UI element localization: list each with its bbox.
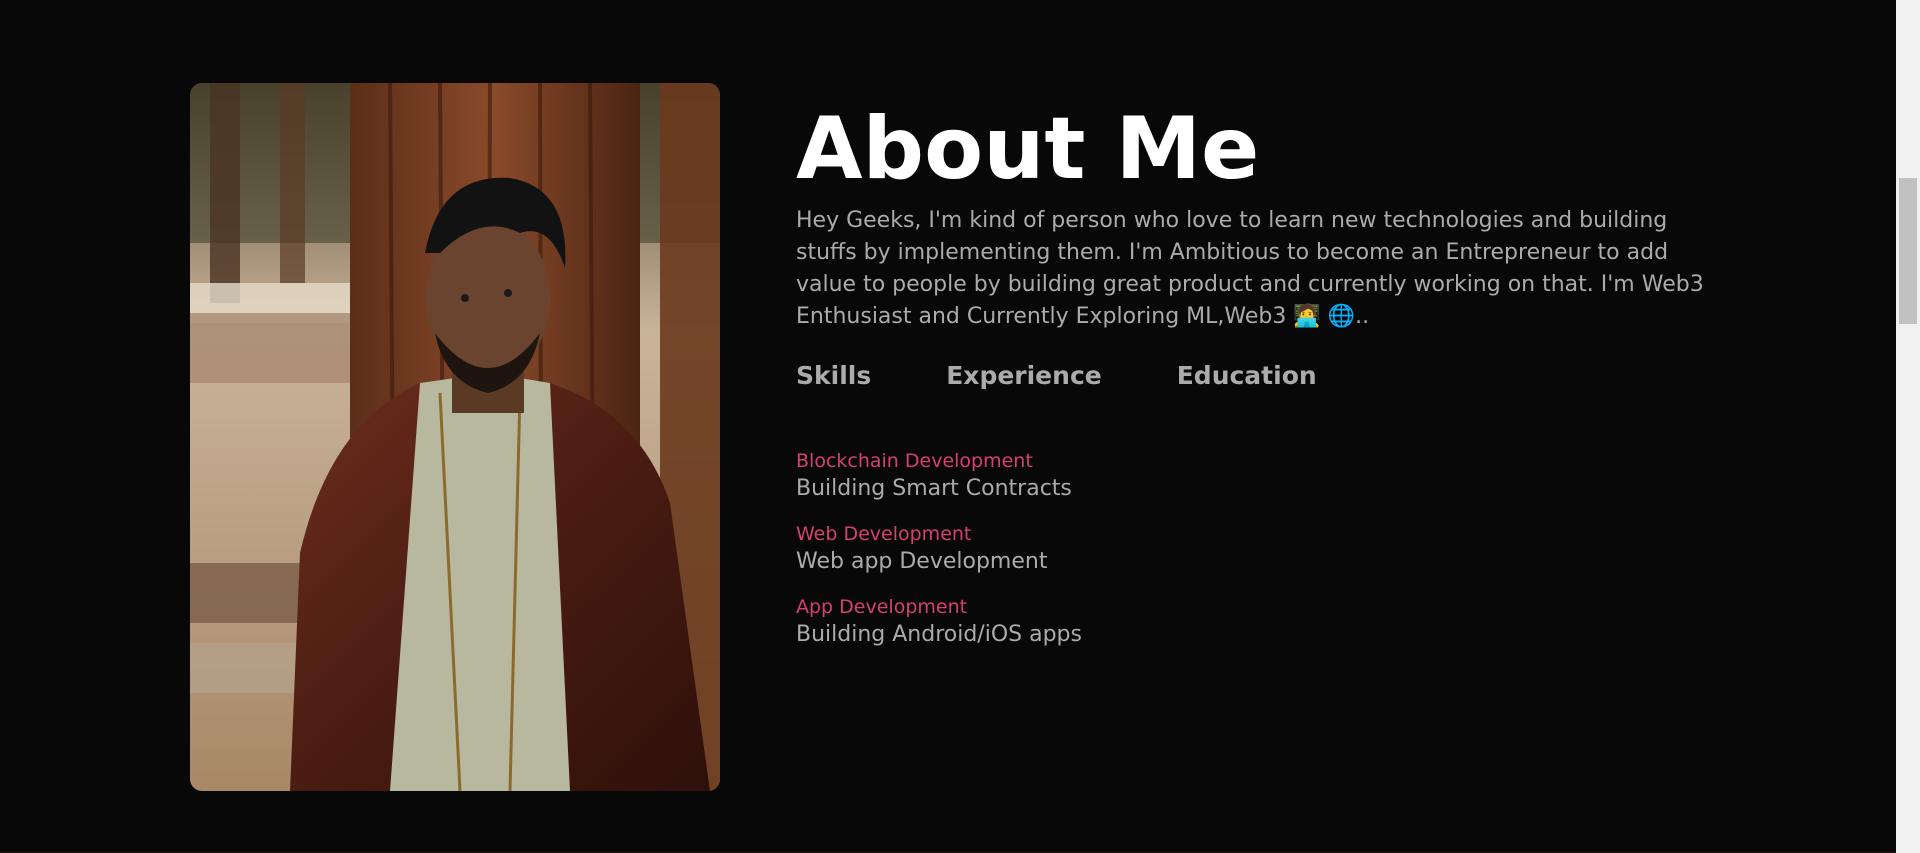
about-section: About Me Hey Geeks, I'm kind of person w… bbox=[190, 83, 1716, 791]
skill-title: App Development bbox=[796, 596, 968, 618]
tab-education[interactable]: Education bbox=[1177, 359, 1317, 393]
list-item: Blockchain Development Building Smart Co… bbox=[796, 449, 1716, 504]
scrollbar[interactable] bbox=[1896, 0, 1920, 853]
page: About Me Hey Geeks, I'm kind of person w… bbox=[0, 0, 1920, 853]
profile-photo bbox=[190, 83, 720, 791]
about-content: About Me Hey Geeks, I'm kind of person w… bbox=[796, 83, 1716, 668]
list-item: Web Development Web app Development bbox=[796, 522, 1716, 577]
scrollbar-thumb[interactable] bbox=[1899, 178, 1917, 324]
skill-description: Web app Development bbox=[796, 549, 1048, 574]
skill-title: Web Development bbox=[796, 523, 972, 545]
profile-photo-illustration bbox=[190, 83, 720, 791]
list-item: App Development Building Android/iOS app… bbox=[796, 595, 1716, 650]
skill-description: Building Smart Contracts bbox=[796, 476, 1072, 501]
skills-list: Blockchain Development Building Smart Co… bbox=[796, 449, 1716, 650]
intro-paragraph: Hey Geeks, I'm kind of person who love t… bbox=[796, 208, 1704, 329]
page-title: About Me bbox=[796, 99, 1260, 199]
skill-description: Building Android/iOS apps bbox=[796, 622, 1082, 647]
about-tabs: Skills Experience Education bbox=[796, 359, 1716, 393]
tab-skills[interactable]: Skills bbox=[796, 359, 871, 393]
skill-title: Blockchain Development bbox=[796, 450, 1033, 472]
tab-experience[interactable]: Experience bbox=[946, 359, 1101, 393]
